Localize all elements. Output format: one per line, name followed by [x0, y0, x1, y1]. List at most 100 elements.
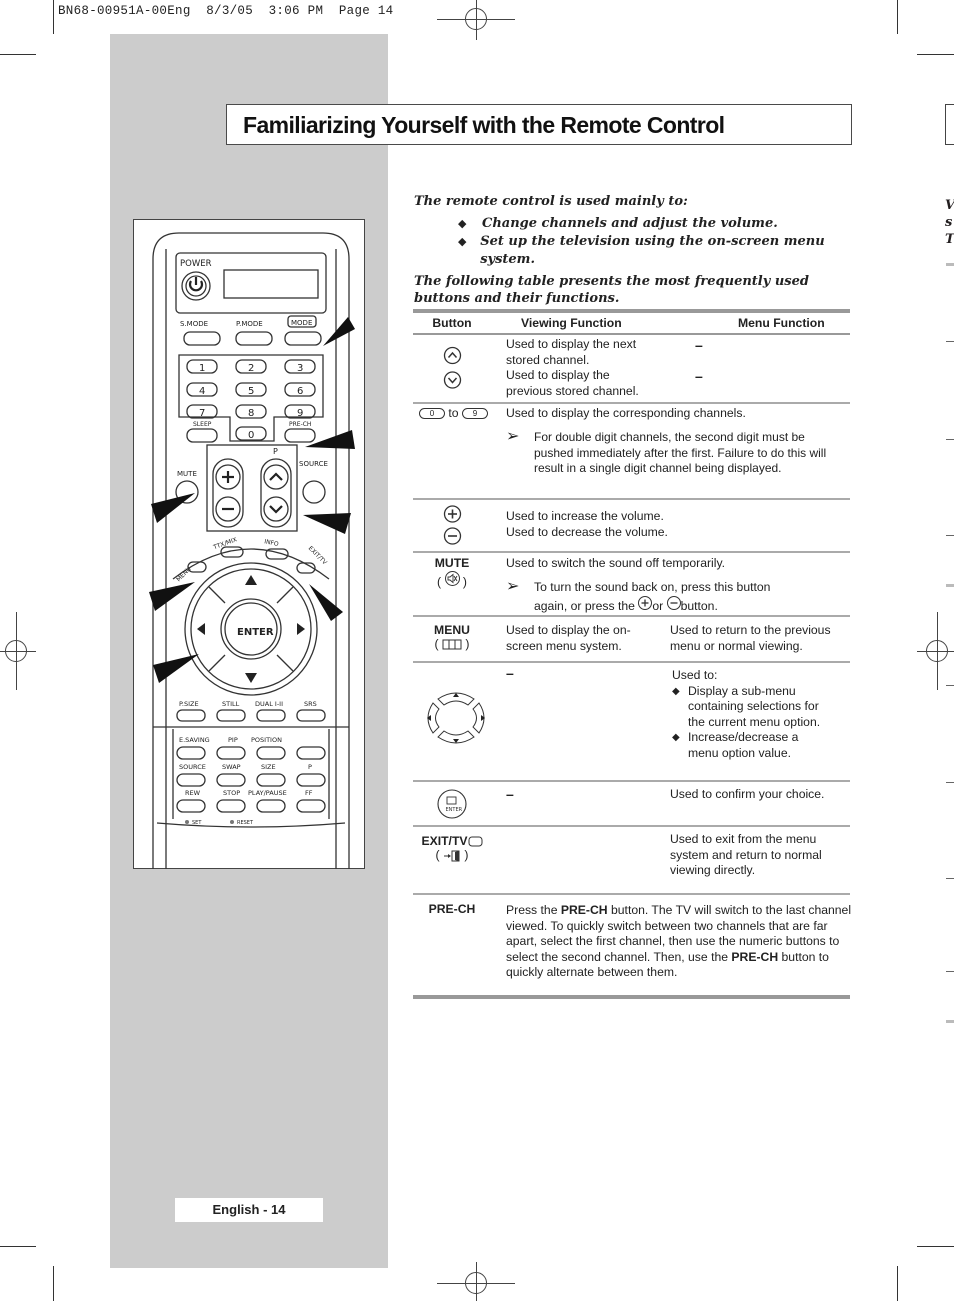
- channel-up-down-icon: [443, 346, 461, 389]
- note-arrow-icon: ➢: [506, 428, 520, 445]
- diamond-bullet-icon: ◆: [672, 685, 680, 697]
- mute-label: MUTE: [434, 556, 470, 570]
- enter-menu-text: Used to confirm your choice.: [670, 787, 825, 801]
- menu-view-text: Used to display the on-screen menu syste…: [506, 623, 631, 653]
- number-keys-view-text: Used to display the corresponding channe…: [506, 406, 746, 420]
- svg-text:TTX/MIX: TTX/MIX: [212, 536, 238, 551]
- table-header: Button Viewing Function Menu Function: [413, 313, 850, 335]
- diamond-bullet-icon: ◆: [458, 217, 467, 230]
- svg-text:8: 8: [248, 408, 254, 419]
- button-function-table: Button Viewing Function Menu Function Us…: [413, 309, 851, 999]
- volume-view-text: Used to increase the volume. Used to dec…: [506, 509, 668, 539]
- svg-text:SLEEP: SLEEP: [193, 421, 212, 428]
- exit-icon: [444, 850, 460, 862]
- svg-text:PRE-CH: PRE-CH: [289, 421, 311, 428]
- svg-text:POSITION: POSITION: [251, 736, 282, 744]
- channel-menu-down: –: [695, 368, 703, 384]
- table-row-menu: MENU ( ) Used to display the on-screen m…: [413, 617, 850, 663]
- mute-view-text: Used to switch the sound off temporarily…: [506, 556, 726, 570]
- svg-text:PLAY/PAUSE: PLAY/PAUSE: [248, 789, 287, 797]
- svg-text:STOP: STOP: [223, 789, 240, 797]
- enter-button-cell: ENTER: [413, 788, 491, 820]
- note-arrow-icon: ➢: [506, 578, 520, 595]
- table-row-mute: MUTE ( ) Used to switch the sound off te…: [413, 553, 850, 617]
- svg-text:9: 9: [297, 408, 303, 419]
- arrow-buttons: [417, 685, 495, 754]
- remote-control-illustration: POWER S.MODE P.MODE MODE 1 2 3 4 5 6 7 8 9 0 S…: [133, 219, 365, 869]
- svg-text:P: P: [273, 447, 278, 456]
- edge-tick: [946, 1020, 954, 1023]
- svg-text:FF: FF: [305, 789, 313, 797]
- svg-text:ENTER: ENTER: [237, 627, 274, 638]
- edge-tick: [946, 971, 954, 972]
- menu-icon: [442, 639, 462, 650]
- intro-lead-2: The following table presents the most fr…: [414, 274, 809, 306]
- menu-button-cell: MENU ( ): [413, 623, 491, 651]
- edge-tick: [946, 782, 954, 783]
- svg-text:MENU: MENU: [175, 566, 193, 584]
- svg-text:SIZE: SIZE: [261, 763, 276, 771]
- header-button: Button: [432, 316, 472, 330]
- svg-text:E.SAVING: E.SAVING: [179, 736, 210, 744]
- crop-mark: [0, 1246, 36, 1247]
- channel-view-text: Used to display the next stored channel.…: [506, 337, 639, 398]
- svg-text:INFO: INFO: [264, 538, 280, 548]
- page-title: Familiarizing Yourself with the Remote C…: [243, 112, 725, 138]
- diamond-bullet-icon: ◆: [458, 235, 467, 248]
- edge-tick: [946, 341, 954, 342]
- svg-text:SOURCE: SOURCE: [179, 763, 206, 771]
- svg-text:5: 5: [248, 386, 254, 397]
- title-box: Familiarizing Yourself with the Remote C…: [226, 104, 852, 145]
- edge-tick: [946, 878, 954, 879]
- table-row-enter: ENTER – Used to confirm your choice.: [413, 782, 850, 827]
- svg-text:SET: SET: [192, 820, 202, 826]
- enter-icon: ENTER: [437, 789, 467, 819]
- diamond-bullet-icon: ◆: [672, 732, 680, 743]
- plus-circle-icon: [638, 595, 653, 610]
- svg-text:3: 3: [297, 363, 303, 374]
- svg-text:P.MODE: P.MODE: [236, 320, 263, 328]
- edge-tick: [946, 685, 954, 686]
- crop-mark: [0, 54, 36, 55]
- svg-text:PIP: PIP: [228, 736, 238, 744]
- svg-text:SWAP: SWAP: [222, 763, 241, 771]
- svg-text:1: 1: [199, 363, 205, 374]
- next-page-text-edge: s: [945, 215, 953, 230]
- number-keys: 0 to 9: [419, 406, 488, 420]
- crop-mark: [917, 54, 954, 55]
- intro-bullet: ◆ Set up the television using the on-scr…: [458, 234, 825, 267]
- minus-circle-icon: [666, 595, 681, 610]
- intro-lead: The remote control is used mainly to:: [414, 194, 688, 209]
- remote-drawing: POWER S.MODE P.MODE MODE 1 2 3 4 5 6 7 8 9 0 S…: [149, 232, 355, 869]
- intro-section: The remote control is used mainly to: ◆ …: [414, 193, 854, 307]
- volume-buttons: [413, 505, 491, 545]
- svg-text:STILL: STILL: [222, 700, 240, 708]
- svg-text:ENTER: ENTER: [446, 807, 463, 813]
- enter-view-text: –: [506, 786, 514, 802]
- header-viewing: Viewing Function: [521, 316, 622, 330]
- svg-text:0: 0: [248, 430, 254, 441]
- crop-mark: [897, 0, 898, 34]
- navigation-arrows-icon: [427, 692, 485, 744]
- intro-bullet: ◆ Change channels and adjust the volume.: [458, 216, 778, 231]
- svg-text:MUTE: MUTE: [177, 470, 197, 478]
- svg-text:DUAL I-II: DUAL I-II: [255, 700, 283, 708]
- svg-text:SOURCE: SOURCE: [299, 460, 328, 468]
- svg-text:SRS: SRS: [304, 700, 317, 708]
- header-menu: Menu Function: [738, 316, 825, 330]
- svg-text:4: 4: [199, 386, 205, 397]
- number-keys-note: ➢ For double digit channels, the second …: [506, 428, 827, 475]
- svg-text:S.MODE: S.MODE: [180, 320, 208, 328]
- edge-tick: [946, 584, 954, 587]
- menu-label: MENU: [434, 623, 470, 637]
- tv-icon: [468, 836, 483, 847]
- prech-label: PRE-CH: [428, 902, 476, 916]
- menu-menu-text: Used to return to the previous menu or n…: [670, 623, 831, 653]
- volume-plus-minus-icon: [443, 505, 461, 545]
- table-row-prech: PRE-CH Press the PRE-CH button. The TV w…: [413, 895, 851, 995]
- svg-text:P: P: [308, 763, 312, 771]
- mute-note: ➢ To turn the sound back on, press this …: [506, 578, 771, 613]
- svg-text:2: 2: [248, 363, 254, 374]
- svg-text:RESET: RESET: [237, 820, 254, 826]
- arrows-menu-text: Used to: ◆ Display a sub-menu containing …: [672, 668, 821, 760]
